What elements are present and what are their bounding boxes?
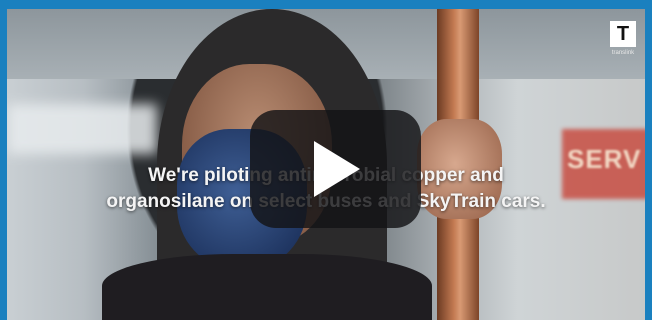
play-button[interactable] xyxy=(250,110,421,228)
brand-logo: T translink xyxy=(608,21,638,61)
brand-logo-letter: T xyxy=(610,21,636,47)
brand-logo-subtext: translink xyxy=(611,50,635,56)
play-icon xyxy=(313,141,360,197)
video-player[interactable]: SERV We're piloting antimicrobial copper… xyxy=(7,9,645,320)
video-frame: SERV We're piloting antimicrobial copper… xyxy=(0,0,652,320)
person-coat xyxy=(102,254,432,320)
window-light xyxy=(7,104,157,154)
